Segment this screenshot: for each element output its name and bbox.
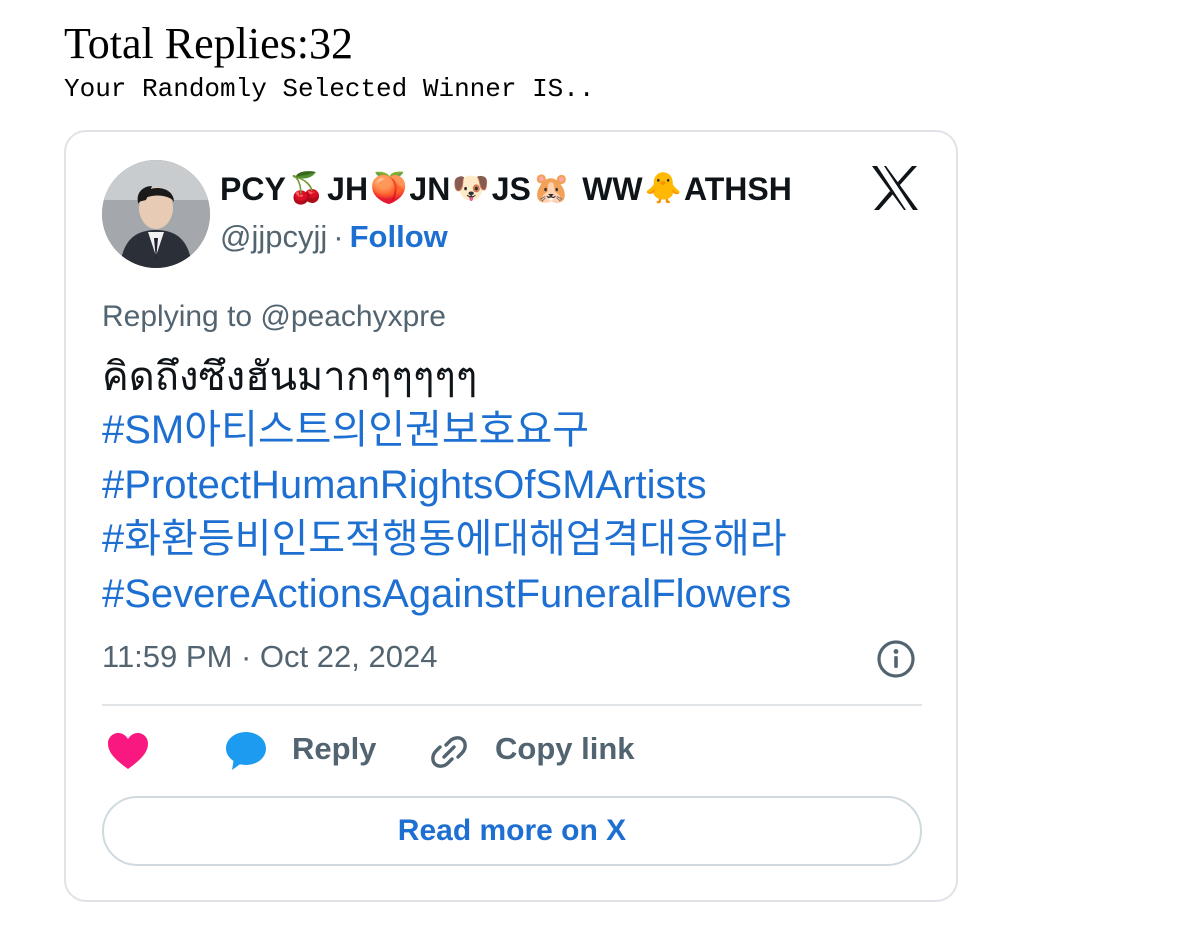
hashtag-link[interactable]: #SM아티스트의인권보호요구: [102, 403, 791, 458]
heart-icon[interactable]: [106, 731, 150, 771]
replying-to-label: Replying to @peachyxpre: [102, 300, 446, 333]
reply-bubble-icon[interactable]: [224, 729, 268, 773]
copy-link-button[interactable]: Copy link: [495, 731, 635, 767]
hashtag-link[interactable]: #ProtectHumanRightsOfSMArtists: [102, 458, 791, 513]
display-name-emoji: 🐶: [452, 172, 490, 206]
display-name-emoji: 🐹: [532, 172, 571, 206]
follow-button[interactable]: Follow: [350, 219, 448, 254]
link-icon[interactable]: [428, 731, 470, 773]
tweet-actions: Reply Copy link: [106, 729, 926, 773]
tweet-embed-card: PCY 🍒 JH 🍑 JN 🐶 JS 🐹 WW 🐥 ATHSH @jjpcyjj · Follow R…: [64, 130, 958, 902]
tweet-timestamp[interactable]: 11:59 PM · Oct 22, 2024: [102, 639, 437, 675]
hashtag-link[interactable]: #화환등비인도적행동에대해엄격대응해라: [102, 512, 791, 567]
divider: [102, 704, 922, 706]
display-name-emoji: 🍒: [287, 172, 326, 206]
display-name-emoji: 🐥: [644, 172, 682, 206]
hashtag-link[interactable]: #SevereActionsAgainstFuneralFlowers: [102, 567, 791, 622]
x-logo-icon[interactable]: [870, 164, 920, 212]
tweet-hashtags: #SM아티스트의인권보호요구 #ProtectHumanRightsOfSMAr…: [102, 403, 791, 621]
display-name-text: WW: [582, 171, 643, 207]
tweet-text: คิดถึงซึงฮันมากๆๆๆๆๆ: [102, 355, 478, 399]
info-icon[interactable]: [876, 639, 916, 679]
reply-button[interactable]: Reply: [292, 731, 376, 767]
user-handle[interactable]: @jjpcyjj: [220, 219, 327, 254]
handle-row: @jjpcyjj · Follow: [220, 218, 448, 255]
avatar[interactable]: [102, 160, 210, 268]
display-name-text: JS: [491, 171, 531, 207]
display-name-text: JH: [327, 171, 369, 207]
display-name-text: PCY: [220, 171, 286, 207]
display-name-text: ATHSH: [683, 171, 792, 207]
display-name-emoji: 🍑: [370, 172, 408, 206]
display-name[interactable]: PCY 🍒 JH 🍑 JN 🐶 JS 🐹 WW 🐥 ATHSH: [220, 170, 792, 208]
separator-dot: ·: [333, 219, 344, 254]
display-name-text: JN: [409, 171, 451, 207]
total-replies-heading: Total Replies:32: [64, 19, 353, 68]
read-more-button[interactable]: Read more on X: [102, 796, 922, 866]
winner-subheading: Your Randomly Selected Winner IS..: [64, 74, 595, 104]
